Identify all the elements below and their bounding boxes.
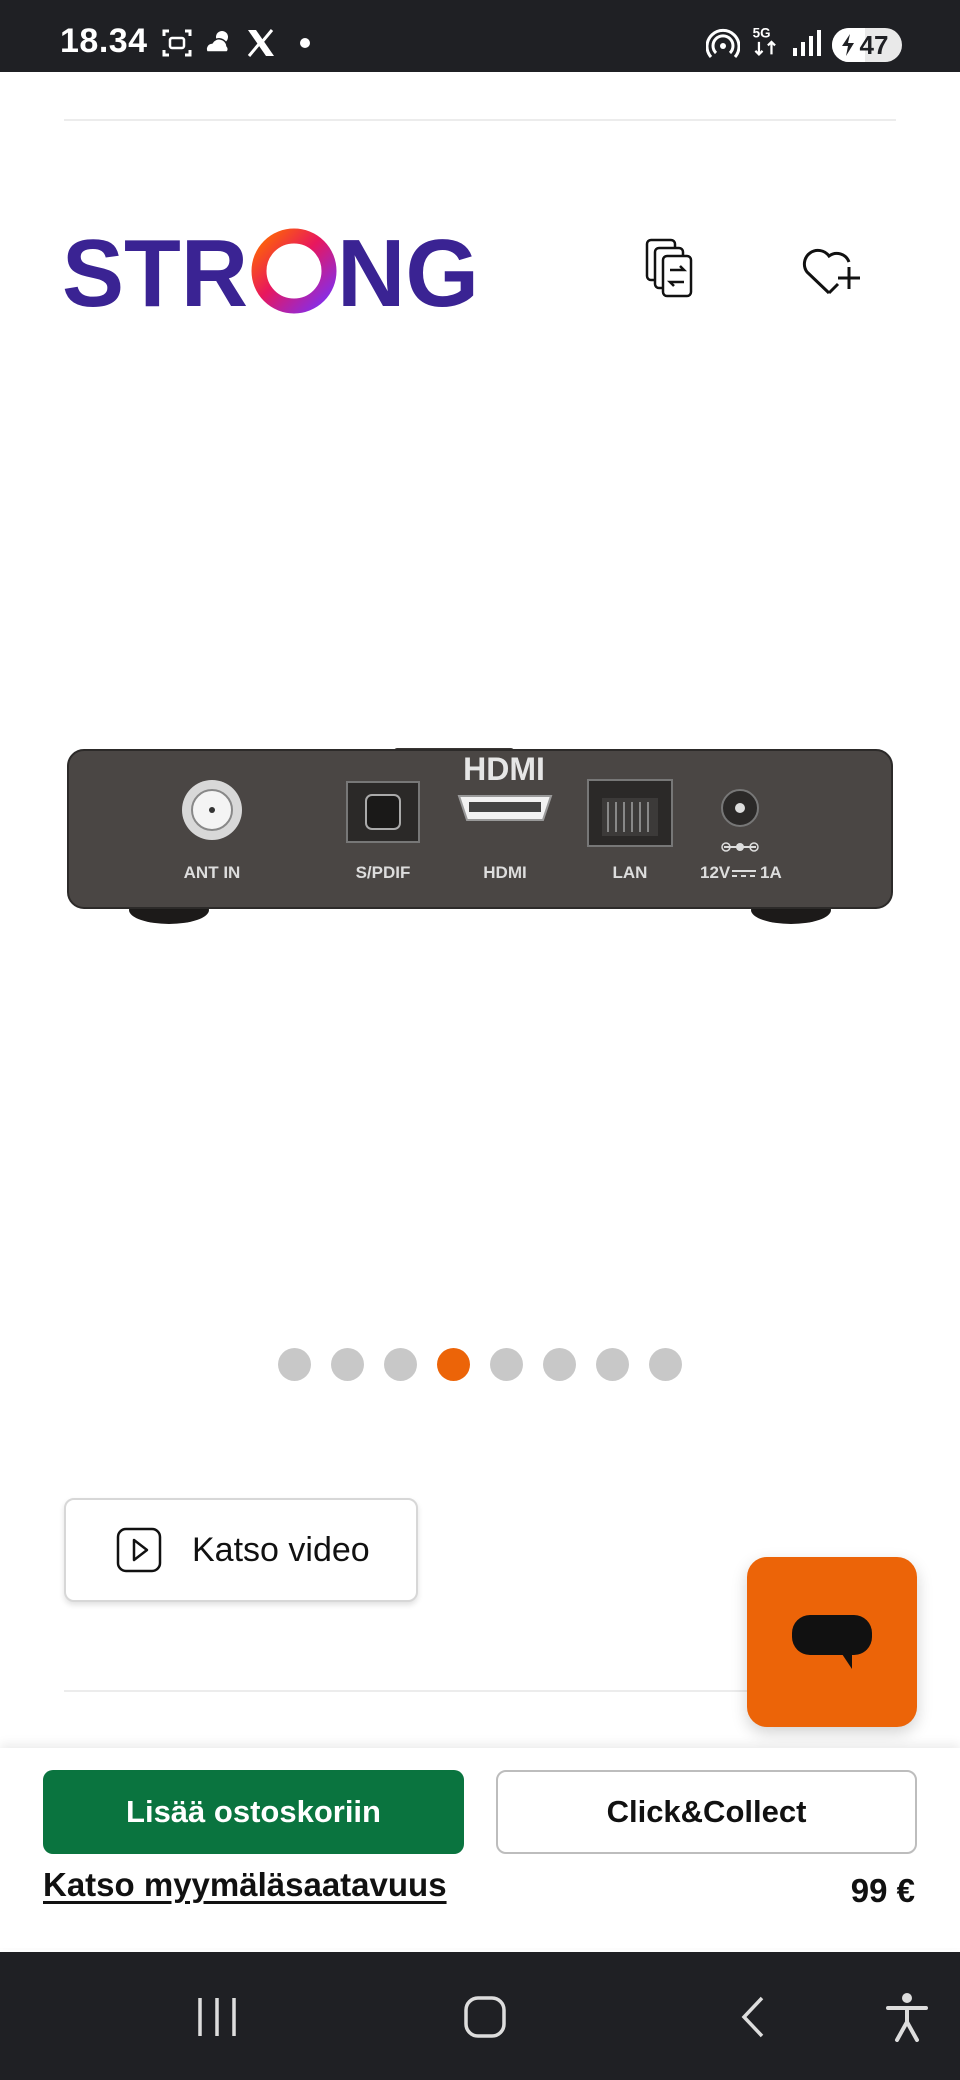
carousel-dot[interactable] [490,1348,523,1381]
back-icon [741,1996,764,2038]
hdmi-logo-label: HDMI [463,751,545,787]
home-icon [464,1996,506,2038]
ant-in-label: ANT IN [184,863,241,882]
weather-icon [205,31,230,53]
carousel-dot[interactable] [543,1348,576,1381]
watch-video-label: Katso video [192,1530,370,1569]
store-availability-link[interactable]: Katso myymäläsaatavuus [43,1866,447,1904]
power-label: 12V [700,863,731,882]
carousel-dot[interactable] [649,1348,682,1381]
battery-icon: 47 [832,28,902,62]
compare-button[interactable] [636,236,706,306]
carousel-dots [0,1348,960,1381]
carousel-dot[interactable] [437,1348,470,1381]
status-bar: 18.34 5G 47 [0,0,960,72]
chat-icon [792,1615,872,1669]
carousel-dot[interactable] [384,1348,417,1381]
strong-logo[interactable]: STR NG [62,226,482,316]
chat-button[interactable] [747,1557,917,1727]
carousel-dot[interactable] [596,1348,629,1381]
accessibility-button[interactable] [872,1982,942,2052]
spdif-label: S/PDIF [356,863,411,882]
hdmi-label: HDMI [483,863,526,882]
top-divider [64,119,896,121]
notification-dot-icon [300,38,310,48]
power-amp-label: 1A [760,863,782,882]
product-image[interactable]: ANT IN S/PDIF HDMI HDMI LAN 12V 1A [64,740,896,930]
back-button[interactable] [720,1982,790,2052]
svg-text:5G: 5G [753,25,771,40]
x-app-icon [247,29,274,57]
recent-apps-icon [198,1998,236,2036]
watch-video-button[interactable]: Katso video [64,1498,418,1602]
accessibility-icon [886,1993,928,2042]
home-button[interactable] [450,1982,520,2052]
add-to-cart-button[interactable]: Lisää ostoskoriin [43,1770,464,1854]
svg-text:NG: NG [337,226,479,316]
lan-label: LAN [613,863,648,882]
wishlist-button[interactable] [796,236,866,306]
click-collect-button[interactable]: Click&Collect [496,1770,917,1854]
heart-plus-icon [802,248,860,295]
carousel-dot[interactable] [278,1348,311,1381]
play-icon [116,1527,162,1573]
svg-text:STR: STR [62,226,248,316]
system-nav-bar [0,1952,960,2080]
screenshot-icon [162,29,192,57]
5g-icon: 5G [753,25,776,57]
purchase-bar: Lisää ostoskoriin Click&Collect Katso my… [0,1748,960,1948]
signal-icon [793,30,821,56]
carousel-dot[interactable] [331,1348,364,1381]
hotspot-icon [706,28,740,58]
product-price: 99 € [850,1872,915,1909]
battery-level: 47 [859,29,889,60]
compare-icon [645,238,693,298]
recent-apps-button[interactable] [182,1982,252,2052]
status-time: 18.34 [60,22,148,60]
